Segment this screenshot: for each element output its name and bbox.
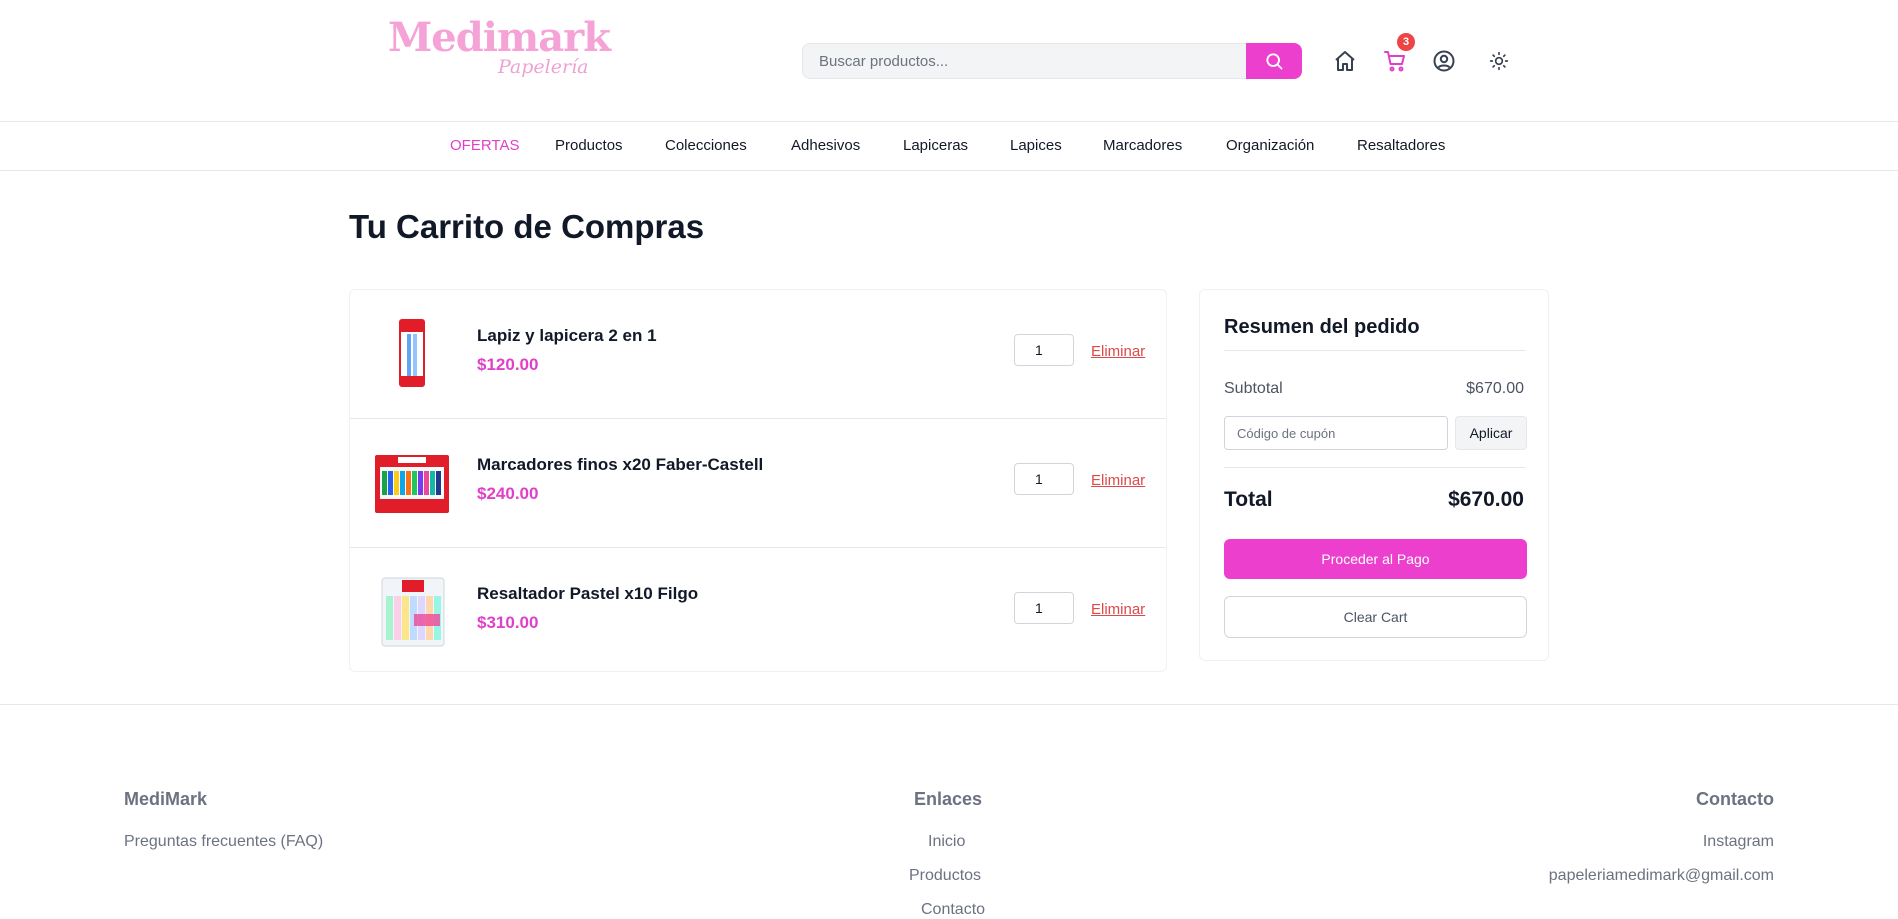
- cart-items-list: Lapiz y lapicera 2 en 1 $120.00 Eliminar…: [349, 289, 1167, 672]
- search-button[interactable]: [1246, 43, 1302, 79]
- site-footer: MediMark Preguntas frecuentes (FAQ) Enla…: [0, 704, 1898, 918]
- product-name[interactable]: Lapiz y lapicera 2 en 1: [477, 326, 657, 346]
- cart-icon: [1384, 51, 1405, 72]
- subtotal-label: Subtotal: [1224, 380, 1283, 397]
- footer-link-inicio[interactable]: Inicio: [928, 833, 965, 851]
- nav-item-adhesivos[interactable]: Adhesivos: [791, 137, 860, 154]
- theme-toggle-button[interactable]: [1484, 46, 1514, 76]
- product-name[interactable]: Resaltador Pastel x10 Filgo: [477, 584, 698, 604]
- brand-name: Medimark: [388, 14, 611, 61]
- clear-cart-button[interactable]: Clear Cart: [1224, 596, 1527, 638]
- nav-item-lapices[interactable]: Lapices: [1010, 137, 1062, 154]
- nav-item-productos[interactable]: Productos: [555, 137, 623, 154]
- sun-icon: [1489, 51, 1509, 71]
- divider: [1224, 467, 1526, 468]
- product-image: [374, 574, 450, 650]
- quantity-input[interactable]: [1014, 334, 1074, 366]
- cart-item: Marcadores finos x20 Faber-Castell $240.…: [350, 419, 1166, 548]
- site-header: Medimark Papelería 3: [0, 0, 1898, 122]
- search-bar: [802, 43, 1302, 79]
- subtotal-value: $670.00: [1466, 380, 1524, 397]
- quantity-input[interactable]: [1014, 463, 1074, 495]
- brand-logo[interactable]: Medimark Papelería: [388, 14, 611, 94]
- footer-heading-contact: Contacto: [1696, 789, 1774, 809]
- account-button[interactable]: [1429, 46, 1459, 76]
- category-nav: OFERTAS Productos Colecciones Adhesivos …: [0, 123, 1898, 171]
- nav-item-resaltadores[interactable]: Resaltadores: [1357, 137, 1445, 154]
- footer-heading-links: Enlaces: [914, 789, 983, 809]
- divider: [1224, 350, 1526, 351]
- brand-subtitle: Papelería: [498, 56, 589, 78]
- remove-item-link[interactable]: Eliminar: [1091, 472, 1145, 489]
- product-price: $310.00: [477, 613, 539, 632]
- page-title: Tu Carrito de Compras: [349, 208, 705, 245]
- quantity-input[interactable]: [1014, 592, 1074, 624]
- nav-item-ofertas[interactable]: OFERTAS: [450, 137, 519, 154]
- nav-item-colecciones[interactable]: Colecciones: [665, 137, 747, 154]
- home-button[interactable]: [1330, 46, 1360, 76]
- product-price: $120.00: [477, 355, 539, 374]
- checkout-button[interactable]: Proceder al Pago: [1224, 539, 1527, 579]
- footer-heading-brand: MediMark: [124, 789, 208, 809]
- footer-link-productos[interactable]: Productos: [909, 867, 981, 885]
- footer-link-instagram[interactable]: Instagram: [1703, 833, 1774, 851]
- cart-item: Resaltador Pastel x10 Filgo $310.00 Elim…: [350, 548, 1166, 677]
- search-icon: [1266, 53, 1283, 70]
- cart-count-badge: 3: [1397, 33, 1415, 51]
- cart-button[interactable]: 3: [1380, 33, 1415, 76]
- order-summary: Resumen del pedido Subtotal $670.00 Apli…: [1199, 289, 1549, 661]
- total-label: Total: [1224, 488, 1273, 511]
- nav-item-marcadores[interactable]: Marcadores: [1103, 137, 1182, 154]
- product-price: $240.00: [477, 484, 539, 503]
- footer-link-email[interactable]: papeleriamedimark@gmail.com: [1549, 867, 1774, 885]
- nav-item-organizacion[interactable]: Organización: [1226, 137, 1314, 154]
- apply-coupon-button[interactable]: Aplicar: [1455, 416, 1527, 450]
- footer-link-faq[interactable]: Preguntas frecuentes (FAQ): [124, 833, 323, 851]
- cart-item: Lapiz y lapicera 2 en 1 $120.00 Eliminar: [350, 290, 1166, 419]
- product-image: [374, 445, 450, 521]
- coupon-input[interactable]: [1224, 416, 1448, 450]
- product-name[interactable]: Marcadores finos x20 Faber-Castell: [477, 455, 763, 475]
- product-image: [374, 316, 450, 392]
- user-circle-icon: [1433, 50, 1455, 72]
- search-input[interactable]: [802, 43, 1246, 79]
- home-icon: [1335, 51, 1355, 71]
- nav-item-lapiceras[interactable]: Lapiceras: [903, 137, 968, 154]
- footer-link-contacto[interactable]: Contacto: [921, 901, 985, 919]
- remove-item-link[interactable]: Eliminar: [1091, 601, 1145, 618]
- remove-item-link[interactable]: Eliminar: [1091, 343, 1145, 360]
- summary-title: Resumen del pedido: [1224, 316, 1420, 338]
- total-value: $670.00: [1448, 488, 1524, 511]
